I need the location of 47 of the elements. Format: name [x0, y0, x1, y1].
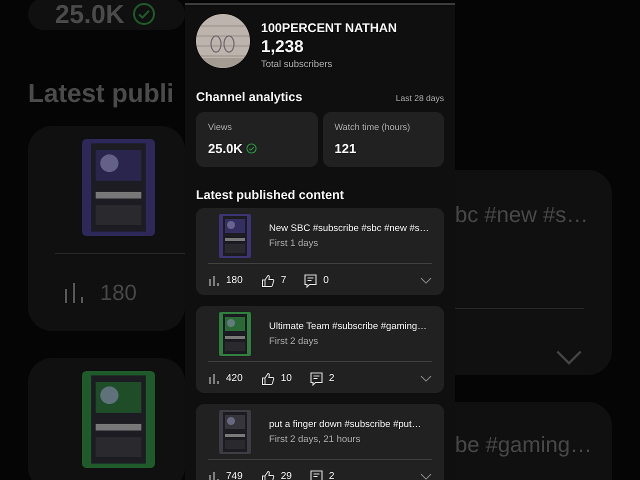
video-age: First 2 days — [269, 336, 320, 346]
channel-name: 100PERCENT NATHAN — [261, 21, 397, 35]
view-count: 180 — [226, 275, 243, 286]
bar-chart-icon — [208, 470, 220, 480]
view-count: 420 — [226, 373, 243, 384]
metric-value: 121 — [334, 141, 356, 156]
comment-icon[interactable] — [304, 274, 318, 288]
section-title: Latest published content — [196, 188, 344, 202]
chevron-down-icon[interactable] — [420, 276, 432, 284]
views-value: 25.0K — [55, 0, 124, 30]
period-label: Last 28 days — [396, 93, 444, 103]
thumbs-up-icon[interactable] — [260, 470, 275, 480]
check-circle-icon — [132, 2, 156, 26]
like-count: 7 — [280, 275, 286, 286]
comment-icon[interactable] — [310, 372, 323, 386]
video-title: New SBC #subscribe #sbc #new #s… — [269, 222, 429, 234]
like-count: 10 — [280, 373, 292, 384]
comment-count: 2 — [328, 373, 334, 384]
section-title: Channel analytics — [196, 90, 302, 104]
bar-chart-icon — [208, 372, 220, 384]
video-title: Ultimate Team #subscribe #gaming… — [269, 320, 427, 332]
comment-count: 2 — [328, 471, 334, 480]
chevron-down-icon[interactable] — [420, 374, 432, 382]
video-title: put a finger down #subscribe #put… — [269, 418, 422, 430]
section-heading: Latest publi — [28, 78, 174, 108]
metric-label: Views — [208, 122, 233, 132]
thumbs-up-icon[interactable] — [260, 274, 275, 288]
comment-count: 0 — [323, 275, 329, 286]
video-card[interactable]: Ultimate Team #subscribe #gaming… First 2 days 420 10 2 — [196, 306, 444, 393]
subscriber-count: 1,238 — [261, 37, 305, 57]
bar-chart-icon — [208, 274, 220, 286]
metric-value: 25.0K — [208, 141, 243, 156]
video-age: First 1 days — [269, 238, 320, 248]
check-circle-icon — [246, 143, 257, 154]
like-count: 29 — [280, 471, 292, 480]
metric-card[interactable]: Views 25.0K — [196, 112, 318, 167]
video-card[interactable]: put a finger down #subscribe #put… First 2 days, 21 hours 749 29 2 — [196, 404, 444, 480]
comment-icon[interactable] — [310, 470, 323, 480]
video-age: First 2 days, 21 hours — [269, 434, 362, 444]
bar-chart-icon — [62, 281, 86, 305]
video-card[interactable]: New SBC #subscribe #sbc #new #s… First 1 days 180 7 0 — [196, 208, 444, 295]
metric-label: Watch time (hours) — [334, 122, 412, 132]
metric-card[interactable]: Watch time (hours) 121 — [322, 112, 444, 167]
subscriber-label: Total subscribers — [261, 59, 334, 70]
thumbs-up-icon[interactable] — [260, 372, 275, 386]
view-count: 749 — [226, 471, 243, 480]
chevron-down-icon[interactable] — [420, 472, 432, 480]
